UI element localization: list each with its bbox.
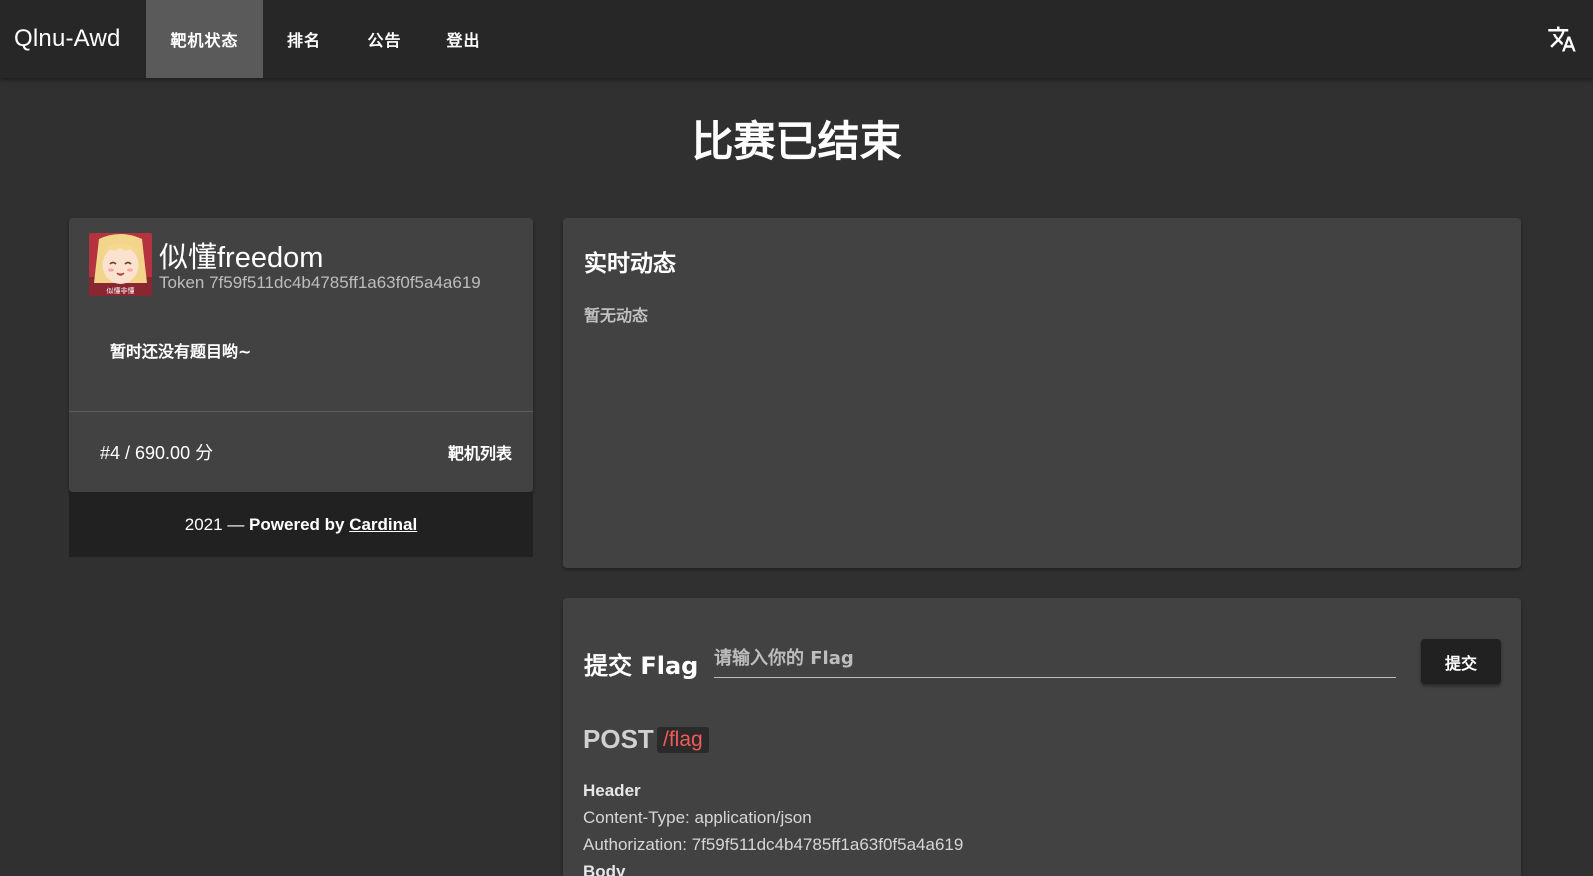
- realtime-feed-card: 实时动态 暂无动态: [563, 218, 1521, 568]
- cardinal-link[interactable]: Cardinal: [349, 515, 417, 535]
- target-list-button[interactable]: 靶机列表: [448, 440, 512, 464]
- empty-challenges-message: 暂时还没有题目哟~: [110, 342, 252, 361]
- authorization-line: Authorization: 7f59f511dc4b4785ff1a63f0f…: [583, 835, 964, 854]
- footer-dash: —: [222, 514, 250, 534]
- submit-flag-label: 提交 Flag: [584, 652, 699, 680]
- submit-flag-button[interactable]: 提交: [1421, 639, 1501, 684]
- content-type-line: Content-Type: application/json: [583, 808, 812, 827]
- footer: 2021 — Powered by Cardinal: [69, 492, 533, 557]
- tab-logout[interactable]: 登出: [424, 0, 503, 78]
- rank-score: #4 / 690.00 分: [100, 443, 214, 463]
- app-bar: Qlnu-Awd 靶机状态 排名 公告 登出: [0, 0, 1593, 78]
- flag-input[interactable]: [714, 640, 1396, 678]
- avatar: 似懂非懂: [89, 233, 152, 296]
- tab-announcements[interactable]: 公告: [345, 0, 424, 78]
- tab-target-status[interactable]: 靶机状态: [146, 0, 263, 78]
- username: 似懂freedom: [159, 242, 324, 274]
- header-title: Header: [583, 781, 641, 800]
- feed-title: 实时动态: [584, 251, 676, 277]
- api-path: /flag: [657, 727, 709, 753]
- app-title[interactable]: Qlnu-Awd: [14, 25, 146, 53]
- footer-year: 2021: [184, 514, 223, 534]
- divider: [69, 411, 533, 412]
- feed-empty-message: 暂无动态: [584, 306, 649, 325]
- avatar-caption: 似懂非懂: [107, 286, 135, 295]
- tab-ranking[interactable]: 排名: [263, 0, 345, 78]
- team-token: Token 7f59f511dc4b4785ff1a63f0f5a4a619: [159, 273, 481, 292]
- profile-card: 似懂非懂 似懂freedom Token 7f59f511dc4b4785ff1…: [69, 218, 533, 492]
- submit-flag-card: 提交 Flag 提交 POST /flag Header Content-Typ…: [563, 598, 1521, 876]
- footer-powered: Powered by: [249, 514, 345, 534]
- translate-icon[interactable]: [1547, 24, 1577, 54]
- page-title: 比赛已结束: [691, 117, 902, 166]
- body-title: Body: [583, 862, 626, 876]
- api-method: POST: [583, 724, 654, 754]
